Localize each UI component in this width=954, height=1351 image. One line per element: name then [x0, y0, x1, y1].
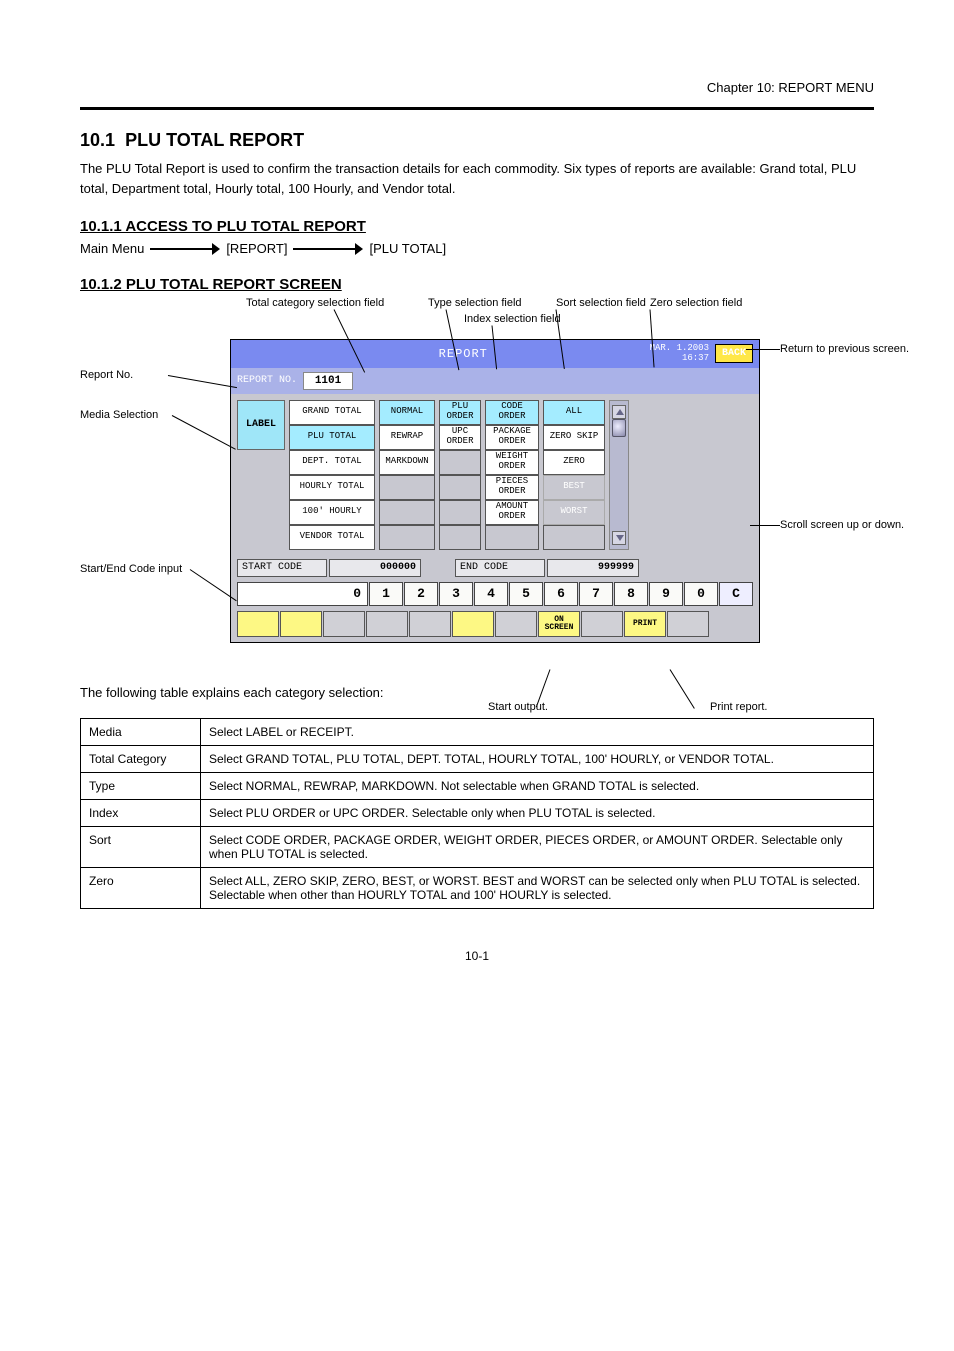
total-opt[interactable]: 100' HOURLY	[289, 500, 375, 525]
fn-key[interactable]	[409, 611, 451, 637]
annot-startend: Start/End Code input	[80, 563, 182, 576]
fn-key[interactable]	[366, 611, 408, 637]
desc-table: MediaSelect LABEL or RECEIPT. Total Cate…	[80, 718, 874, 909]
flow-heading: 10.1.1 ACCESS TO PLU TOTAL REPORT	[80, 218, 874, 235]
report-no-row: REPORT NO. 1101	[231, 368, 759, 394]
annot-type: Type selection field	[428, 297, 522, 310]
scrollbar[interactable]	[609, 400, 629, 550]
total-opt[interactable]: DEPT. TOTAL	[289, 450, 375, 475]
annot-back: Return to previous screen.	[780, 343, 909, 356]
total-opt[interactable]: VENDOR TOTAL	[289, 525, 375, 550]
fn-key[interactable]	[581, 611, 623, 637]
index-opt	[439, 500, 481, 525]
annot-zero: Zero selection field	[650, 297, 742, 310]
on-screen-button[interactable]: ON SCREEN	[538, 611, 580, 637]
layout-heading: 10.1.2 PLU TOTAL REPORT SCREEN	[80, 276, 874, 293]
keypad-3[interactable]: 3	[439, 582, 473, 606]
annot-print: Print report.	[710, 701, 767, 714]
section-intro: The PLU Total Report is used to confirm …	[80, 159, 874, 198]
scroll-knob[interactable]	[612, 419, 626, 437]
sort-opt[interactable]: WEIGHT ORDER	[485, 450, 539, 475]
start-code-value[interactable]: 000000	[329, 559, 421, 577]
print-button[interactable]: PRINT	[624, 611, 666, 637]
keypad-display: 0	[237, 582, 368, 606]
fn-key[interactable]	[452, 611, 494, 637]
fn-key[interactable]	[667, 611, 709, 637]
keypad-4[interactable]: 4	[474, 582, 508, 606]
zero-opt[interactable]: ALL	[543, 400, 605, 425]
total-opt[interactable]: PLU TOTAL	[289, 425, 375, 450]
sort-opt[interactable]: CODE ORDER	[485, 400, 539, 425]
type-opt[interactable]: MARKDOWN	[379, 450, 435, 475]
total-opt[interactable]: HOURLY TOTAL	[289, 475, 375, 500]
keypad-1[interactable]: 1	[369, 582, 403, 606]
sort-opt	[485, 525, 539, 550]
chapter-ref: Chapter 10: REPORT MENU	[80, 80, 874, 95]
annot-idx: Index selection field	[464, 313, 561, 326]
scroll-down-icon[interactable]	[612, 531, 626, 545]
end-code-value[interactable]: 999999	[547, 559, 639, 577]
desc-intro: The following table explains each catego…	[80, 683, 874, 703]
sort-opt[interactable]: AMOUNT ORDER	[485, 500, 539, 525]
keypad-0[interactable]: 0	[684, 582, 718, 606]
index-opt	[439, 475, 481, 500]
index-opt[interactable]: UPC ORDER	[439, 425, 481, 450]
section-heading: 10.1 PLU TOTAL REPORT	[80, 130, 874, 151]
scroll-up-icon[interactable]	[612, 405, 626, 419]
page-number: 10-1	[80, 949, 874, 963]
annot-media: Media Selection	[80, 409, 158, 422]
fn-key[interactable]	[323, 611, 365, 637]
index-opt	[439, 450, 481, 475]
type-opt	[379, 500, 435, 525]
report-no-label: REPORT NO.	[237, 375, 297, 386]
type-opt	[379, 525, 435, 550]
type-opt[interactable]: NORMAL	[379, 400, 435, 425]
annot-scroll: Scroll screen up or down.	[780, 519, 904, 532]
fn-key[interactable]	[280, 611, 322, 637]
zero-opt[interactable]: WORST	[543, 500, 605, 525]
divider	[80, 107, 874, 110]
device-screen: REPORT MAR. 1.200316:37 BACK REPORT NO. …	[230, 339, 760, 643]
fn-key[interactable]	[495, 611, 537, 637]
keypad-2[interactable]: 2	[404, 582, 438, 606]
end-code-label: END CODE	[455, 559, 545, 577]
index-opt[interactable]: PLU ORDER	[439, 400, 481, 425]
flow-steps: Main Menu [REPORT] [PLU TOTAL]	[80, 241, 874, 256]
keypad-6[interactable]: 6	[544, 582, 578, 606]
keypad-8[interactable]: 8	[614, 582, 648, 606]
report-no-value[interactable]: 1101	[303, 372, 353, 390]
type-opt[interactable]: REWRAP	[379, 425, 435, 450]
keypad-9[interactable]: 9	[649, 582, 683, 606]
back-button[interactable]: BACK	[715, 344, 753, 363]
total-opt[interactable]: GRAND TOTAL	[289, 400, 375, 425]
index-opt	[439, 525, 481, 550]
annot-rno: Report No.	[80, 369, 133, 382]
screen-title: REPORT	[277, 347, 650, 361]
arrow-right-icon	[293, 245, 363, 253]
start-code-label: START CODE	[237, 559, 327, 577]
media-button[interactable]: LABEL	[237, 400, 285, 450]
keypad-7[interactable]: 7	[579, 582, 613, 606]
datetime: MAR. 1.200316:37	[650, 344, 709, 364]
zero-opt[interactable]: ZERO	[543, 450, 605, 475]
sort-opt[interactable]: PIECES ORDER	[485, 475, 539, 500]
fn-key[interactable]	[237, 611, 279, 637]
zero-opt[interactable]: ZERO SKIP	[543, 425, 605, 450]
keypad-clear[interactable]: C	[719, 582, 753, 606]
annot-onscreen: Start output.	[488, 701, 548, 714]
annot-total: Total category selection field	[246, 297, 384, 310]
arrow-right-icon	[150, 245, 220, 253]
zero-opt	[543, 525, 605, 550]
keypad-5[interactable]: 5	[509, 582, 543, 606]
annot-sort: Sort selection field	[556, 297, 646, 310]
zero-opt[interactable]: BEST	[543, 475, 605, 500]
sort-opt[interactable]: PACKAGE ORDER	[485, 425, 539, 450]
type-opt	[379, 475, 435, 500]
